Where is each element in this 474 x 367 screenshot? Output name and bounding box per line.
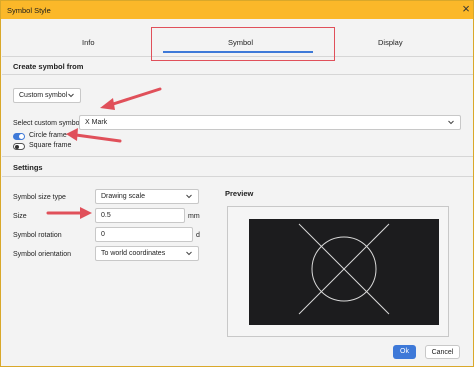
- x-mark-circle-symbol: [298, 223, 390, 315]
- orientation-select[interactable]: To world coordinates: [95, 246, 199, 261]
- orientation-label: Symbol orientation: [13, 251, 71, 258]
- create-symbol-heading: Create symbol from: [13, 62, 84, 71]
- preview-canvas: [249, 219, 439, 325]
- tab-display[interactable]: Display: [378, 38, 403, 47]
- custom-symbol-value: X Mark: [85, 119, 108, 126]
- close-icon[interactable]: ×: [459, 2, 473, 16]
- size-type-select[interactable]: Drawing scale: [95, 189, 199, 204]
- chevron-down-icon: [448, 120, 454, 125]
- chevron-down-icon: [68, 93, 74, 98]
- chevron-down-icon: [186, 194, 192, 199]
- toggle-knob: [15, 144, 19, 149]
- rotation-label: Symbol rotation: [13, 232, 62, 239]
- size-type-label: Symbol size type: [13, 194, 66, 201]
- size-input[interactable]: 0.5: [95, 208, 185, 223]
- annotation-arrow-source: [100, 87, 162, 110]
- section-divider: [2, 176, 473, 177]
- settings-heading: Settings: [13, 163, 43, 172]
- annotation-arrow-circle-frame: [66, 128, 122, 143]
- rotation-input[interactable]: 0: [95, 227, 193, 242]
- size-value: 0.5: [101, 212, 111, 219]
- orientation-value: To world coordinates: [101, 250, 166, 257]
- size-type-value: Drawing scale: [101, 193, 145, 200]
- symbol-source-select[interactable]: Custom symbol: [13, 88, 81, 103]
- size-unit: mm: [188, 213, 200, 220]
- annotation-arrow-size: [46, 207, 92, 219]
- section-divider: [2, 74, 473, 75]
- symbol-source-value: Custom symbol: [19, 92, 68, 99]
- toggle-knob: [19, 134, 24, 139]
- chevron-down-icon: [186, 251, 192, 256]
- custom-symbol-label: Select custom symbol: [13, 120, 82, 127]
- title-bar[interactable]: Symbol Style ×: [1, 1, 473, 19]
- section-divider: [2, 156, 473, 157]
- preview-heading: Preview: [225, 189, 254, 198]
- rotation-unit: d: [196, 232, 200, 239]
- rotation-value: 0: [101, 231, 105, 238]
- ok-button[interactable]: Ok: [393, 345, 416, 359]
- window-title: Symbol Style: [7, 6, 51, 15]
- size-label: Size: [13, 213, 27, 220]
- cancel-button[interactable]: Cancel: [425, 345, 460, 359]
- symbol-style-dialog: Symbol Style × Info Symbol Display Creat…: [0, 0, 474, 367]
- custom-symbol-select[interactable]: X Mark: [79, 115, 461, 130]
- circle-frame-label: Circle frame: [29, 132, 67, 139]
- circle-frame-toggle[interactable]: [13, 133, 25, 140]
- tab-info[interactable]: Info: [82, 38, 95, 47]
- tab-highlight-annotation: [151, 27, 335, 61]
- square-frame-label: Square frame: [29, 142, 72, 149]
- square-frame-toggle[interactable]: [13, 143, 25, 150]
